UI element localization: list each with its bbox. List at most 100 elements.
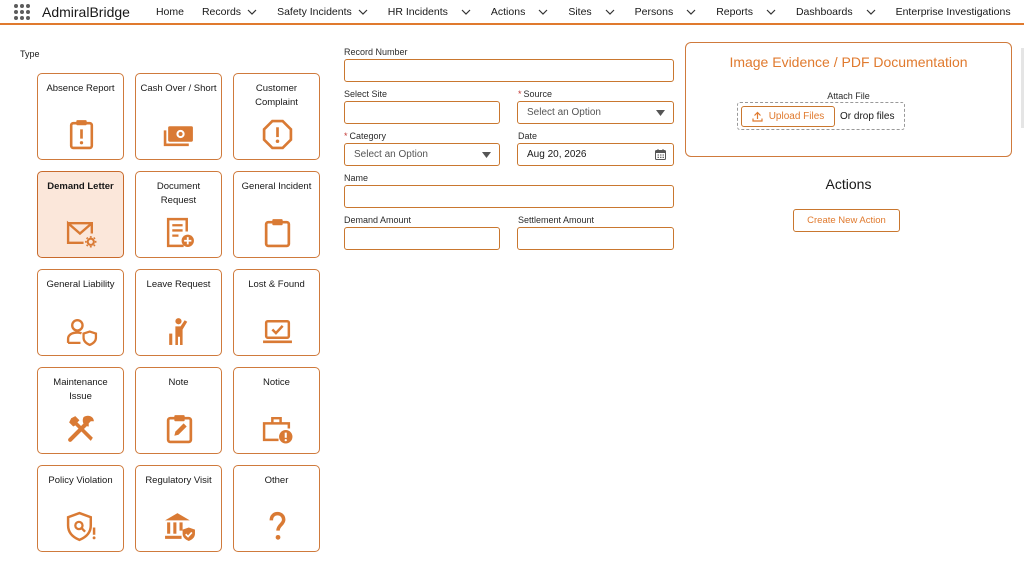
settlement-amount-label: Settlement Amount bbox=[518, 215, 595, 225]
bank-shield-icon bbox=[165, 513, 195, 541]
laptop-check-icon bbox=[263, 319, 292, 344]
chevron-down-icon[interactable] bbox=[538, 7, 548, 17]
money-icon bbox=[163, 126, 193, 147]
create-new-action-button[interactable]: Create New Action bbox=[793, 209, 900, 232]
calendar-icon[interactable] bbox=[655, 149, 666, 160]
evidence-panel: Image Evidence / PDF Documentation Attac… bbox=[685, 42, 1012, 157]
type-tile-general-incident[interactable]: General Incident bbox=[233, 171, 320, 258]
drop-files-text: Or drop files bbox=[840, 111, 895, 122]
dropdown-caret-icon bbox=[482, 152, 491, 158]
briefcase-alert-icon bbox=[262, 416, 293, 444]
user-shield-icon bbox=[66, 319, 98, 347]
type-tile-note[interactable]: Note bbox=[135, 367, 222, 454]
date-value: Aug 20, 2026 bbox=[527, 149, 587, 160]
type-tile-cash-over-short[interactable]: Cash Over / Short bbox=[135, 73, 222, 160]
tile-label: Note bbox=[168, 377, 189, 388]
type-tile-document-request[interactable]: Document Request bbox=[135, 171, 222, 258]
required-asterisk: * bbox=[518, 89, 522, 99]
chevron-down-icon[interactable] bbox=[686, 7, 696, 17]
nav-item-records[interactable]: Records bbox=[202, 6, 257, 18]
type-tile-lost-found[interactable]: Lost & Found bbox=[233, 269, 320, 356]
clipboard-edit-icon bbox=[166, 415, 193, 444]
tools-icon bbox=[68, 415, 94, 442]
record-number-input[interactable] bbox=[344, 59, 674, 82]
actions-heading: Actions bbox=[825, 176, 872, 192]
nav-item-enterprise-investigations[interactable]: Enterprise Investigations bbox=[896, 6, 1024, 18]
tile-label: Document Request bbox=[156, 181, 201, 206]
tile-label: Regulatory Visit bbox=[145, 475, 212, 486]
tile-label: Leave Request bbox=[146, 279, 211, 290]
type-tile-general-liability[interactable]: General Liability bbox=[37, 269, 124, 356]
record-number-label: Record Number bbox=[344, 47, 408, 57]
tile-label: Absence Report bbox=[46, 83, 115, 94]
nav-item-hr-incidents[interactable]: HR Incidents bbox=[388, 6, 471, 18]
nav-item-persons[interactable]: Persons bbox=[635, 6, 697, 18]
date-label: Date bbox=[518, 131, 538, 141]
name-label: Name bbox=[344, 173, 369, 183]
date-input[interactable]: Aug 20, 2026 bbox=[517, 143, 674, 166]
top-navigation-bar: AdmiralBridge Home Records Safety Incide… bbox=[0, 0, 1024, 25]
tile-label: General Liability bbox=[46, 279, 115, 290]
tile-label: Maintenance Issue bbox=[53, 377, 108, 402]
type-tile-maintenance-issue[interactable]: Maintenance Issue bbox=[37, 367, 124, 454]
settlement-amount-input[interactable] bbox=[517, 227, 674, 250]
category-select[interactable]: Select an Option bbox=[344, 143, 500, 166]
question-icon bbox=[269, 511, 286, 540]
required-asterisk: * bbox=[344, 131, 348, 141]
nav-item-home[interactable]: Home bbox=[156, 6, 184, 18]
type-tile-leave-request[interactable]: Leave Request bbox=[135, 269, 222, 356]
tile-label: Policy Violation bbox=[48, 475, 113, 486]
upload-files-label: Upload Files bbox=[768, 111, 825, 122]
person-leaving-icon bbox=[169, 318, 188, 345]
tile-label: Notice bbox=[263, 377, 290, 388]
chevron-down-icon[interactable] bbox=[605, 7, 615, 17]
attach-file-label: Attach File bbox=[827, 91, 870, 101]
type-tile-other[interactable]: Other bbox=[233, 465, 320, 552]
evidence-title: Image Evidence / PDF Documentation bbox=[729, 54, 968, 70]
nav-item-safety-incidents[interactable]: Safety Incidents bbox=[277, 6, 368, 18]
octagon-warning-icon bbox=[262, 119, 293, 150]
type-tile-absence-report[interactable]: Absence Report bbox=[37, 73, 124, 160]
select-site-label: Select Site bbox=[344, 89, 388, 99]
clipboard-icon bbox=[264, 219, 291, 248]
tile-label: Cash Over / Short bbox=[140, 83, 217, 94]
tile-label: Customer Complaint bbox=[255, 83, 298, 108]
nav-item-reports[interactable]: Reports bbox=[716, 6, 776, 18]
type-tile-regulatory-visit[interactable]: Regulatory Visit bbox=[135, 465, 222, 552]
type-tile-notice[interactable]: Notice bbox=[233, 367, 320, 454]
type-tile-customer-complaint[interactable]: Customer Complaint bbox=[233, 73, 320, 160]
tile-label: Other bbox=[264, 475, 289, 486]
chevron-down-icon[interactable] bbox=[247, 7, 257, 17]
upload-files-button[interactable]: Upload Files bbox=[741, 106, 835, 127]
tile-label: Lost & Found bbox=[248, 279, 305, 290]
source-select[interactable]: Select an Option bbox=[517, 101, 674, 124]
tile-label: Demand Letter bbox=[47, 181, 114, 192]
dropdown-caret-icon bbox=[656, 110, 665, 116]
nav-item-dashboards[interactable]: Dashboards bbox=[796, 6, 876, 18]
tile-label: General Incident bbox=[241, 181, 312, 192]
chevron-down-icon[interactable] bbox=[766, 7, 776, 17]
chevron-down-icon[interactable] bbox=[461, 7, 471, 17]
upload-icon bbox=[752, 111, 763, 122]
select-site-input[interactable] bbox=[344, 101, 500, 124]
nav-item-sites[interactable]: Sites bbox=[568, 6, 615, 18]
demand-amount-label: Demand Amount bbox=[344, 215, 412, 225]
shield-search-icon bbox=[66, 511, 96, 542]
app-name: AdmiralBridge bbox=[42, 3, 130, 20]
name-input[interactable] bbox=[344, 185, 674, 208]
source-label: * Source bbox=[518, 89, 553, 99]
chevron-down-icon[interactable] bbox=[358, 7, 368, 17]
chevron-down-icon[interactable] bbox=[866, 7, 876, 17]
source-select-value: Select an Option bbox=[527, 107, 601, 118]
demand-amount-input[interactable] bbox=[344, 227, 500, 250]
alert-clipboard-icon bbox=[69, 120, 94, 150]
category-select-value: Select an Option bbox=[354, 149, 428, 160]
type-tile-policy-violation[interactable]: Policy Violation bbox=[37, 465, 124, 552]
nav-item-actions[interactable]: Actions bbox=[491, 6, 548, 18]
document-add-icon bbox=[166, 217, 194, 248]
category-label: * Category bbox=[344, 131, 387, 141]
type-section-label: Type bbox=[20, 49, 40, 59]
type-tile-demand-letter[interactable]: Demand Letter bbox=[37, 171, 124, 258]
app-launcher-icon[interactable] bbox=[14, 3, 30, 20]
file-drop-zone[interactable]: Upload Files Or drop files bbox=[737, 102, 905, 130]
